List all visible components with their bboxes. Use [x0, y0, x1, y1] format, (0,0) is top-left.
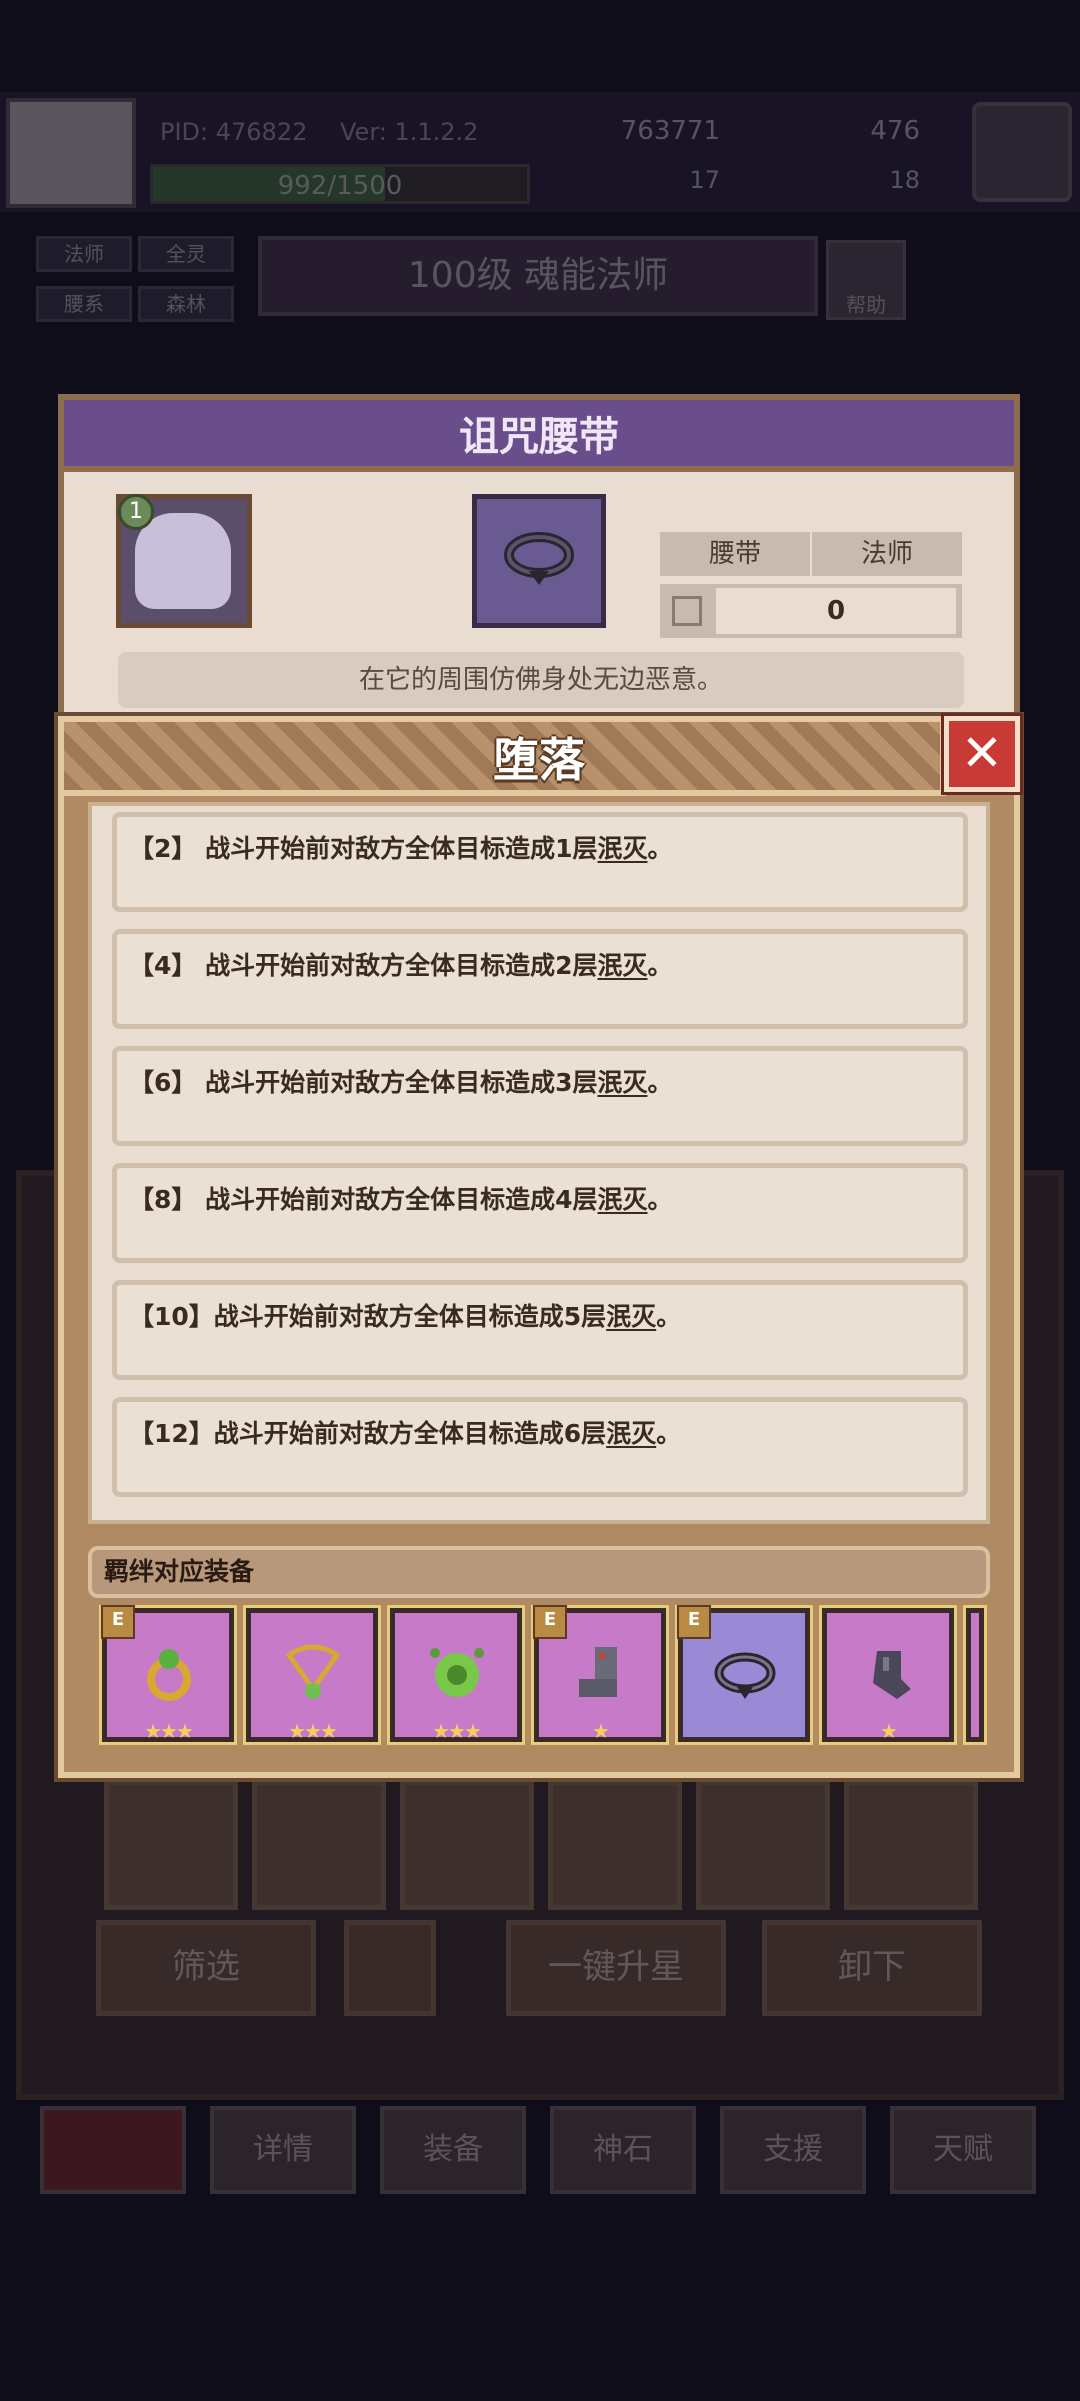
item-class-tag: 法师 [812, 532, 962, 576]
item-value: 0 [716, 588, 956, 634]
equip-slot[interactable] [548, 1780, 682, 1910]
refresh-icon[interactable] [344, 1920, 436, 2016]
keyword-link[interactable]: 泯灭 [598, 951, 648, 980]
keyword-link[interactable]: 泯灭 [598, 1068, 648, 1097]
bonus-entry: 【4】 战斗开始前对敌方全体目标造成2层泯灭。 [112, 929, 968, 1029]
bonus-entry: 【12】战斗开始前对敌方全体目标造成6层泯灭。 [112, 1397, 968, 1497]
player-id: PID: 476822 [160, 118, 308, 146]
iron-glove-icon[interactable]: ★ [819, 1605, 957, 1745]
clover-count: 17 [689, 166, 720, 194]
close-icon: ✕ [961, 724, 1003, 782]
equip-slot[interactable] [252, 1780, 386, 1910]
nav-details[interactable]: 详情 [210, 2106, 356, 2194]
keyword-link[interactable]: 泯灭 [598, 1185, 648, 1214]
equip-slot[interactable] [104, 1780, 238, 1910]
equip-slot[interactable] [400, 1780, 534, 1910]
nav-support[interactable]: 支援 [720, 2106, 866, 2194]
character-level-badge: 1 [118, 494, 154, 530]
keyword-link[interactable]: 泯灭 [598, 834, 648, 863]
item-value-row: 0 [660, 584, 962, 638]
bonus-entry: 【2】 战斗开始前对敌方全体目标造成1层泯灭。 [112, 812, 968, 912]
bonus-entry: 【8】 战斗开始前对敌方全体目标造成4层泯灭。 [112, 1163, 968, 1263]
item-name: 诅咒腰带 [459, 414, 619, 460]
hero-tag-2[interactable]: 全灵 [138, 236, 234, 272]
keyword-link[interactable]: 泯灭 [606, 1302, 656, 1331]
nav-godstone[interactable]: 神石 [550, 2106, 696, 2194]
nav-talent[interactable]: 天赋 [890, 2106, 1036, 2194]
heart-necklace-icon[interactable]: ★★★ [243, 1605, 381, 1745]
hero-tag-3[interactable]: 腰系 [36, 286, 132, 322]
green-gem-icon[interactable]: ★★★ [387, 1605, 525, 1745]
character-face [135, 513, 231, 609]
bonus-entry: 【10】战斗开始前对敌方全体目标造成5层泯灭。 [112, 1280, 968, 1380]
back-arrow-icon[interactable] [40, 2106, 186, 2194]
gold-ring-icon[interactable]: E ★★★ [99, 1605, 237, 1745]
nav-equipment[interactable]: 装备 [380, 2106, 526, 2194]
filter-button[interactable]: 筛选 [96, 1920, 316, 2016]
gold-count: 763771 [620, 116, 720, 146]
iron-boots-icon[interactable]: E ★ [531, 1605, 669, 1745]
equip-slot[interactable] [844, 1780, 978, 1910]
bond-equipment-label: 羁绊对应装备 [88, 1546, 990, 1598]
hero-level-title: 100级 魂能法师 [258, 236, 818, 316]
bonus-entry: 【6】 战斗开始前对敌方全体目标造成3层泯灭。 [112, 1046, 968, 1146]
hero-tag-1[interactable]: 法师 [36, 236, 132, 272]
item-type-tag: 腰带 [660, 532, 810, 576]
one-click-upstar-button[interactable]: 一键升星 [506, 1920, 726, 2016]
xp-bar: 992/1500 [150, 164, 530, 204]
belt-item-icon [472, 494, 606, 628]
cursed-belt-icon[interactable]: E [675, 1605, 813, 1745]
unequip-button[interactable]: 卸下 [762, 1920, 982, 2016]
equip-slot[interactable] [696, 1780, 830, 1910]
xp-text: 992/1500 [277, 171, 403, 201]
keyword-link[interactable]: 泯灭 [606, 1419, 656, 1448]
version-label: Ver: 1.1.2.2 [340, 118, 479, 146]
help-button[interactable]: 帮助 [826, 240, 906, 320]
settings-gear-icon[interactable] [972, 102, 1072, 202]
shard-count: 18 [889, 166, 920, 194]
modal-title: 堕落 [493, 733, 585, 787]
player-avatar[interactable] [6, 98, 136, 208]
gem-count: 476 [870, 116, 920, 146]
grid-icon [672, 596, 702, 626]
close-button[interactable]: ✕ [941, 713, 1023, 795]
item-description: 在它的周围仿佛身处无边恶意。 [118, 652, 964, 708]
partial-item-icon[interactable] [963, 1605, 987, 1745]
hero-tag-4[interactable]: 森林 [138, 286, 234, 322]
